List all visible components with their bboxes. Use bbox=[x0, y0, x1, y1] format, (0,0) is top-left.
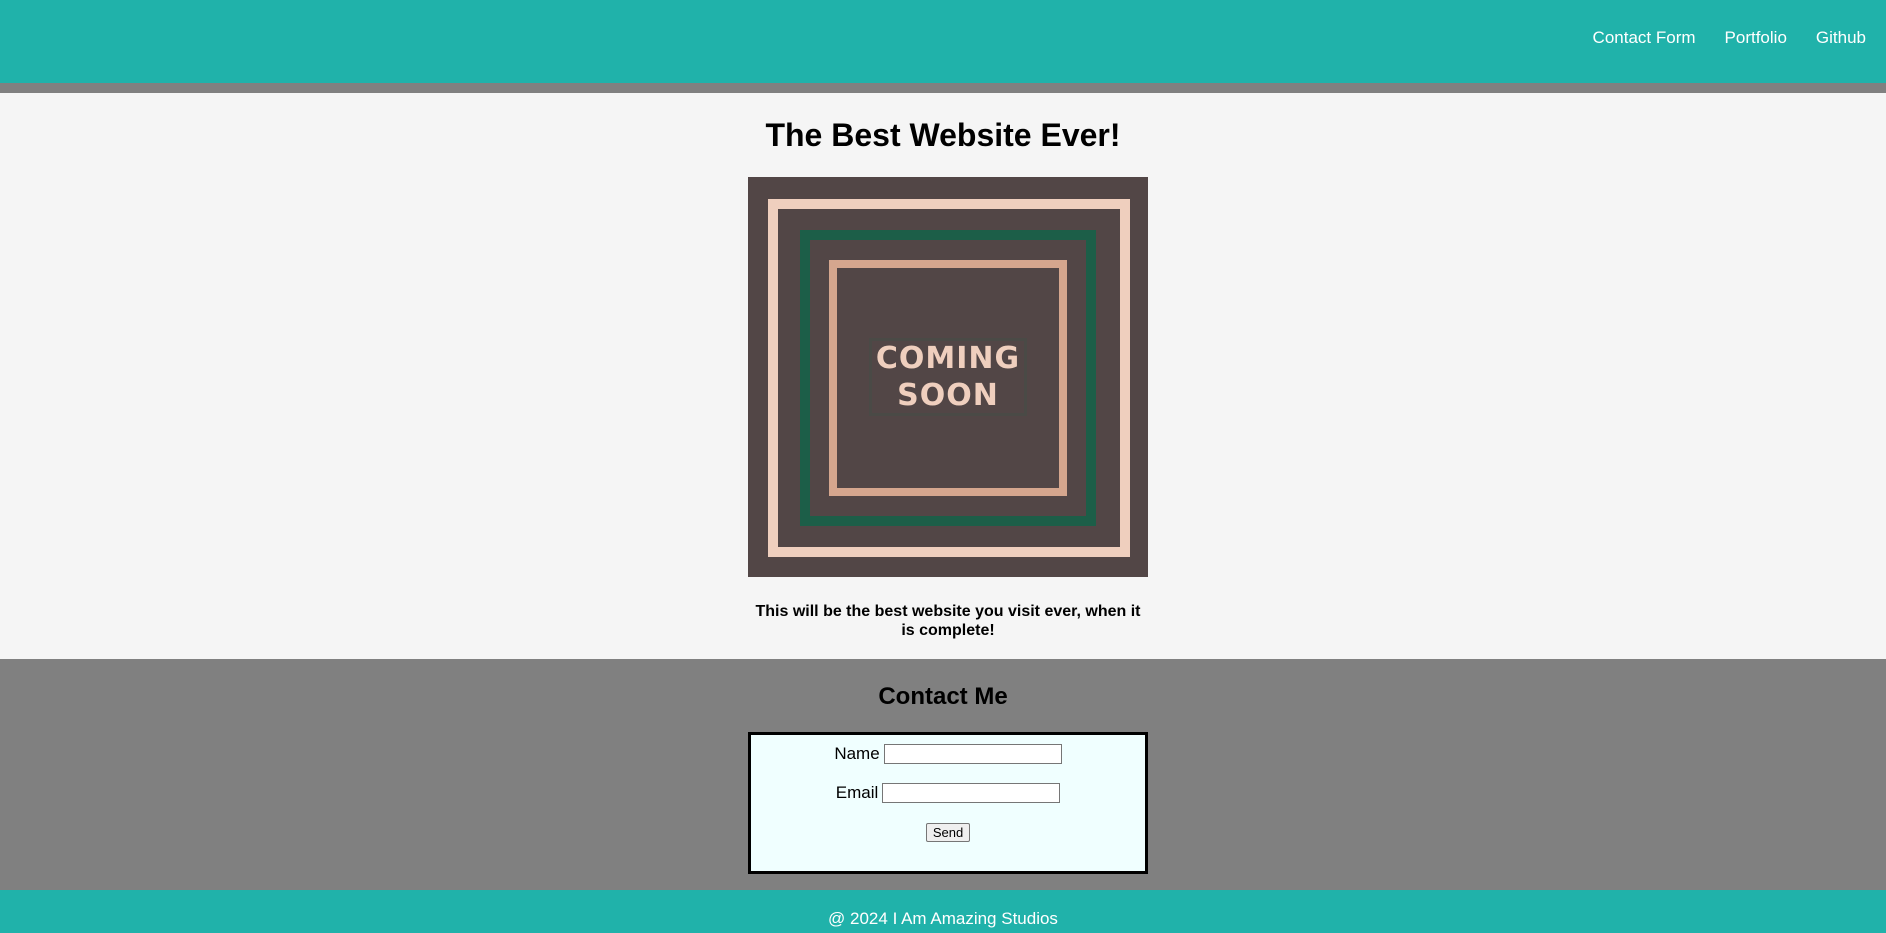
coming-soon-image: COMING SOON bbox=[748, 177, 1148, 577]
send-button[interactable]: Send bbox=[925, 823, 971, 842]
header-divider bbox=[0, 83, 1886, 93]
email-row: Email bbox=[751, 783, 1145, 803]
send-row: Send bbox=[751, 823, 1145, 842]
tagline: This will be the best website you visit … bbox=[755, 603, 1141, 639]
nav-link-portfolio[interactable]: Portfolio bbox=[1725, 28, 1787, 48]
site-header: Contact Form Portfolio Github bbox=[0, 0, 1886, 83]
nav-link-github[interactable]: Github bbox=[1816, 28, 1866, 48]
main-section: The Best Website Ever! COMING SOON This … bbox=[0, 93, 1886, 659]
email-input[interactable] bbox=[882, 783, 1061, 803]
footer-copyright: @ 2024 I Am Amazing Studios bbox=[828, 909, 1058, 928]
page-title: The Best Website Ever! bbox=[765, 117, 1121, 153]
name-label: Name bbox=[834, 744, 880, 763]
contact-section: Contact Me Name Email Send bbox=[0, 659, 1886, 890]
contact-form: Name Email Send bbox=[748, 732, 1148, 874]
name-input[interactable] bbox=[883, 744, 1062, 764]
name-row: Name bbox=[751, 744, 1145, 764]
nav-link-contact-form[interactable]: Contact Form bbox=[1593, 28, 1696, 48]
coming-soon-label: COMING SOON bbox=[869, 338, 1027, 416]
main-nav: Contact Form Portfolio Github bbox=[1593, 28, 1866, 48]
coming-soon-line1: COMING bbox=[875, 341, 1021, 376]
contact-title: Contact Me bbox=[878, 683, 1008, 710]
email-label: Email bbox=[835, 783, 879, 802]
site-footer: @ 2024 I Am Amazing Studios bbox=[0, 890, 1886, 933]
coming-soon-line2: SOON bbox=[897, 378, 999, 413]
